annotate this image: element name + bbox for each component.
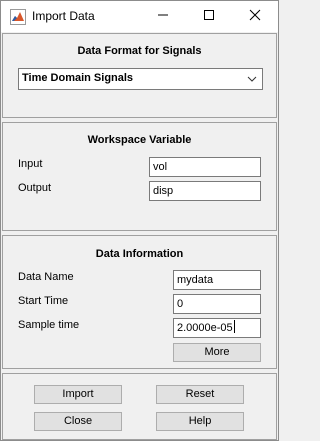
import-data-window: Import Data Data Format for Signals Time… (0, 0, 279, 441)
actions-panel: Import Reset Close Help (2, 373, 277, 440)
workspace-variable-panel: Workspace Variable Input vol Output disp (2, 122, 277, 231)
text-caret (233, 320, 235, 333)
sample-time-label: Sample time (18, 319, 80, 331)
start-time-label: Start Time (18, 295, 69, 307)
reset-button[interactable]: Reset (156, 385, 244, 404)
workspace-variable-title: Workspace Variable (87, 134, 192, 146)
data-name-label: Data Name (18, 271, 74, 283)
close-icon (249, 9, 261, 24)
minimize-button[interactable] (140, 1, 186, 32)
start-time-field[interactable]: 0 (173, 294, 261, 314)
close-button[interactable]: Close (34, 412, 122, 431)
maximize-icon (203, 9, 215, 24)
import-button[interactable]: Import (34, 385, 122, 404)
output-label: Output (18, 182, 52, 194)
sample-time-value: 2.0000e-05 (177, 322, 233, 334)
more-button[interactable]: More (173, 343, 261, 362)
input-label: Input (18, 158, 43, 170)
matlab-icon (10, 9, 26, 25)
title-bar: Import Data (1, 1, 278, 32)
output-field[interactable]: disp (149, 181, 261, 201)
sample-time-field[interactable]: 2.0000e-05 (173, 318, 261, 338)
minimize-icon (157, 9, 169, 24)
window-title: Import Data (32, 9, 95, 23)
data-information-title: Data Information (95, 248, 184, 260)
data-format-panel: Data Format for Signals Time Domain Sign… (2, 33, 277, 118)
input-field[interactable]: vol (149, 157, 261, 177)
maximize-button[interactable] (186, 1, 232, 32)
data-format-dropdown[interactable]: Time Domain Signals (18, 68, 263, 90)
data-format-title: Data Format for Signals (77, 45, 202, 57)
chevron-down-icon (247, 74, 257, 84)
data-name-field[interactable]: mydata (173, 270, 261, 290)
data-information-panel: Data Information Data Name mydata Start … (2, 235, 277, 369)
help-button[interactable]: Help (156, 412, 244, 431)
data-format-value: Time Domain Signals (22, 72, 134, 84)
close-window-button[interactable] (232, 1, 278, 32)
